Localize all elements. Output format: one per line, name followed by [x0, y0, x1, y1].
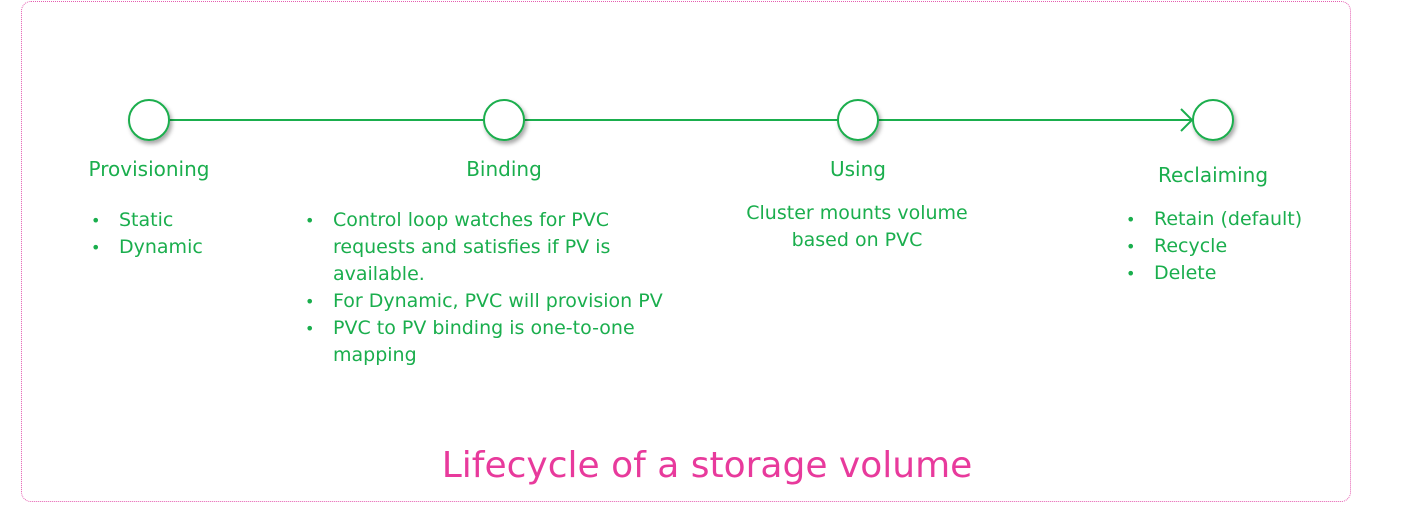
stage-title-reclaiming: Reclaiming	[1157, 163, 1269, 187]
diagram-caption: Lifecycle of a storage volume	[441, 445, 973, 486]
list-item: Recycle	[1126, 233, 1302, 260]
list-item: Delete	[1126, 260, 1302, 287]
reclaiming-bullets: Retain (default) Recycle Delete	[1126, 206, 1302, 287]
binding-bullets: Control loop watches for PVC requests an…	[305, 207, 685, 369]
stage-node-using	[837, 99, 879, 141]
stage-node-binding	[483, 99, 525, 141]
list-item: Static	[91, 207, 203, 234]
provisioning-bullets: Static Dynamic	[91, 207, 203, 261]
list-item: Control loop watches for PVC requests an…	[305, 207, 685, 288]
list-item: For Dynamic, PVC will provision PV	[305, 288, 685, 315]
description-line: based on PVC	[791, 229, 923, 251]
stage-node-provisioning	[128, 99, 170, 141]
list-item: Dynamic	[91, 234, 203, 261]
stage-title-binding: Binding	[466, 157, 542, 181]
stage-title-provisioning: Provisioning	[88, 157, 210, 181]
list-item: PVC to PV binding is one-to-one mapping	[305, 315, 685, 369]
using-description: Cluster mounts volume based on PVC	[746, 200, 967, 254]
stage-title-using: Using	[830, 157, 886, 181]
description-line: Cluster mounts volume	[746, 202, 968, 224]
stage-node-reclaiming	[1192, 99, 1234, 141]
list-item: Retain (default)	[1126, 206, 1302, 233]
